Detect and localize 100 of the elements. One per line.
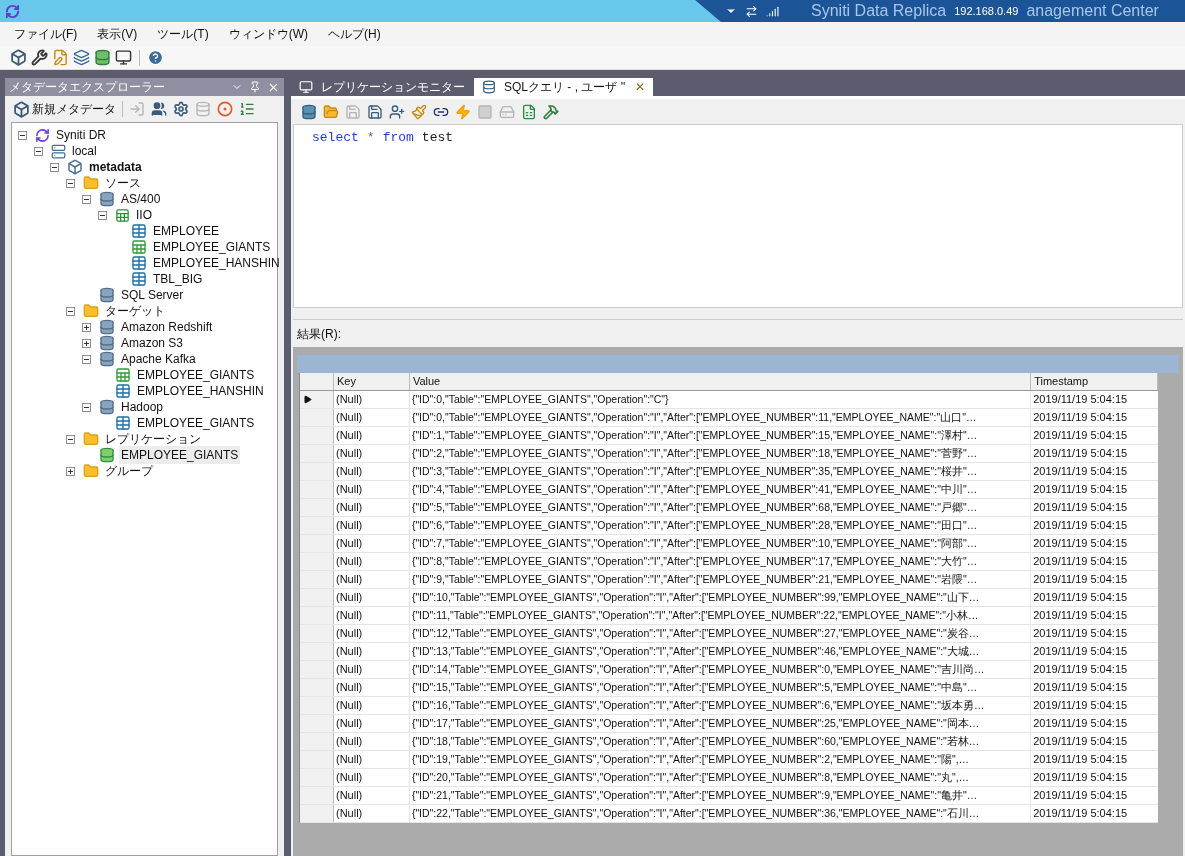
save-icon[interactable] [367,103,383,120]
document-tab[interactable]: SQLクエリ - , ユーザ '' ✕ [474,78,653,96]
table-cell: (Null) [333,697,410,714]
tree-item[interactable]: レプリケーション [103,430,203,448]
tree-item[interactable]: EMPLOYEE_HANSHIN [135,382,266,400]
tree-item[interactable]: TBL_BIG [151,270,205,288]
table-cell-text: 2019/11/19 5:04:15 [1032,500,1129,516]
ring-icon[interactable] [217,101,233,117]
close-tab-button[interactable]: ✕ [635,78,645,96]
expand-toggle[interactable] [66,466,75,476]
lightning-icon[interactable] [455,103,471,120]
table-cell: (Null) [333,535,410,552]
code-token: select [312,129,359,147]
table-cell: (Null) [333,607,410,624]
table-cell-text: 2019/11/19 5:04:15 [1032,662,1129,678]
expand-toggle[interactable] [82,338,91,348]
tree-item[interactable]: Apache Kafka [119,350,198,368]
database-icon[interactable] [94,49,111,66]
collapse-toggle[interactable] [50,162,59,172]
tree-item[interactable]: EMPLOYEE [151,222,222,240]
table-cell: {"ID":8,"Table":"EMPLOYEE_GIANTS","Operation":"I","After":["EMPLOYEE_NUMBER":17,"EMPLOYEE_NAME":"大竹"… [409,553,1032,570]
table-cell: (Null) [333,427,410,444]
menu-item[interactable]: ツール(T) [151,25,215,43]
collapse-toggle[interactable] [18,130,27,140]
tree-item[interactable]: Amazon S3 [119,334,186,352]
tools-icon[interactable] [31,49,48,66]
table-cell-text: 2019/11/19 5:04:15 [1032,572,1129,588]
menu-item[interactable]: ファイル(F) [8,25,84,43]
tree-item[interactable]: metadata [87,158,144,176]
table-icon [115,383,131,399]
table-cell-text: 2019/11/19 5:04:15 [1032,716,1129,732]
settings-icon[interactable] [173,101,189,117]
tree-item[interactable]: Hadoop [119,398,166,416]
table-cell: (Null) [333,391,410,408]
table-cell: {"ID":3,"Table":"EMPLOYEE_GIANTS","Operation":"I","After":["EMPLOYEE_NUMBER":35,"EMPLOYEE_NAME":"桜井"… [409,463,1032,480]
table-cell: (Null) [333,751,410,768]
app-logo-icon [4,3,20,19]
tree-item[interactable]: EMPLOYEE_GIANTS [135,414,257,432]
table-cell: {"ID":14,"Table":"EMPLOYEE_GIANTS","Operation":"I","After":["EMPLOYEE_NUMBER":0,"EMPLOYEE_NAME":"吉川尚… [409,661,1032,678]
collapse-toggle[interactable] [98,210,107,220]
tree-item[interactable]: Amazon Redshift [119,318,215,336]
tree-item[interactable]: ソース [103,174,143,192]
tree-item[interactable]: SQL Server [119,286,186,304]
user-add-icon[interactable] [389,103,405,120]
folder-icon [83,431,99,447]
tree-item[interactable]: IIO [134,206,154,224]
collapse-toggle[interactable] [82,354,91,364]
table-cell: {"ID":17,"Table":"EMPLOYEE_GIANTS","Operation":"I","After":["EMPLOYEE_NUMBER":25,"EMPLOYEE_NAME":"岡本… [409,715,1032,732]
tree-item[interactable]: EMPLOYEE_GIANTS [135,366,257,384]
table-cell-text: 2019/11/19 5:04:15 [1032,734,1129,750]
tree-item[interactable]: AS/400 [119,190,163,208]
table-cell: (Null) [333,733,410,750]
menu-item[interactable]: ヘルプ(H) [322,25,387,43]
table-cell-text: 2019/11/19 5:04:15 [1032,590,1129,606]
monitor-icon[interactable] [115,49,132,66]
tree-item[interactable]: EMPLOYEE_GIANTS [151,238,273,256]
collapse-toggle[interactable] [34,146,43,156]
row-header[interactable] [300,391,334,408]
spreadsheet-icon[interactable] [521,103,537,120]
table-cell: (Null) [333,625,410,642]
tree-item[interactable]: Syniti DR [54,126,108,144]
query-editor[interactable]: select * from test [293,124,1183,308]
server-address: 192.168.0.49 [954,3,1019,19]
column-header[interactable]: Value [409,373,1032,390]
table-cell: {"ID":5,"Table":"EMPLOYEE_GIANTS","Operation":"I","After":["EMPLOYEE_NUMBER":68,"EMPLOYEE_NAME":"戸郷"… [409,499,1032,516]
table-cell-text: 2019/11/19 5:04:15 [1032,482,1129,498]
table-cell: (Null) [333,787,410,804]
new-metadata-button[interactable]: 新規メタデータ [13,100,116,118]
help-icon[interactable] [147,49,164,66]
collapse-toggle[interactable] [66,306,75,316]
table-cell: (Null) [333,481,410,498]
cube-icon[interactable] [10,49,27,66]
expand-toggle[interactable] [82,322,91,332]
table-cell: (Null) [333,445,410,462]
tree-item[interactable]: EMPLOYEE_HANSHIN [151,254,282,272]
brush-icon[interactable] [411,103,427,120]
menu-item[interactable]: 表示(V) [91,25,144,43]
collapse-toggle[interactable] [82,402,91,412]
table-cell-text: 2019/11/19 5:04:15 [1032,698,1129,714]
tree-item[interactable]: グループ [103,462,155,480]
table-icon [115,415,131,431]
code-token: test [421,129,454,147]
table-cell: {"ID":10,"Table":"EMPLOYEE_GIANTS","Operation":"I","After":["EMPLOYEE_NUMBER":99,"EMPLOYEE_NAME":"山下… [409,589,1032,606]
column-header[interactable]: Timestamp [1031,373,1158,390]
table-cell: {"ID":0,"Table":"EMPLOYEE_GIANTS","Operation":"C"} [409,391,1032,408]
column-header[interactable]: Key [333,373,410,390]
users-icon[interactable] [151,101,167,117]
tree-item[interactable]: EMPLOYEE_GIANTS [119,446,241,464]
numbered-list-icon[interactable] [239,101,255,117]
tree-item[interactable]: ターゲット [103,302,167,320]
collapse-toggle[interactable] [66,434,75,444]
tree-item[interactable]: local [70,142,99,160]
folder-icon[interactable] [323,103,339,120]
table-icon [131,255,147,271]
table-cell-text: 2019/11/19 5:04:15 [1032,770,1129,786]
table-cell: (Null) [333,679,410,696]
results-label: 結果(R): [297,325,341,343]
collapse-toggle[interactable] [66,178,75,188]
menu-item[interactable]: ウィンドウ(W) [222,25,314,43]
collapse-toggle[interactable] [82,194,91,204]
